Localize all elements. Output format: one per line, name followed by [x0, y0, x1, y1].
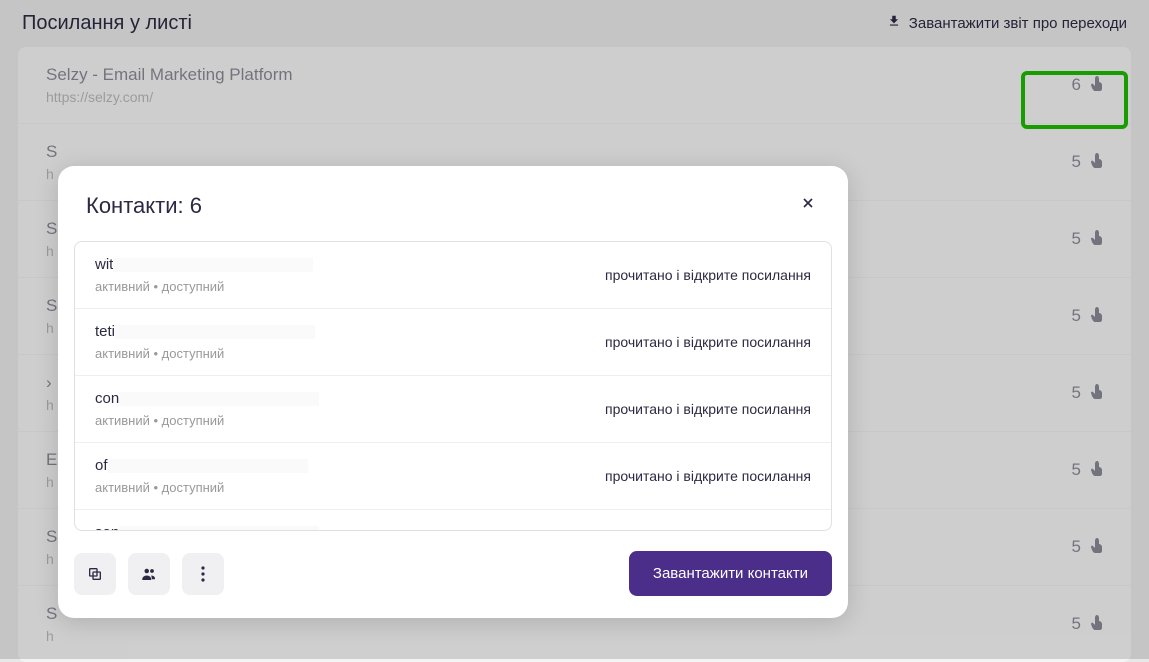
- copy-button[interactable]: [74, 553, 116, 595]
- modal-header: Контакти: 6: [58, 166, 848, 241]
- contact-action-text: прочитано і відкрите посилання: [605, 334, 811, 350]
- contact-email: wit: [95, 256, 313, 273]
- kebab-icon: [201, 566, 205, 582]
- modal-title: Контакти: 6: [86, 193, 202, 219]
- contact-info: of активний • доступний: [95, 457, 308, 495]
- contact-info: wit активний • доступний: [95, 256, 313, 294]
- contacts-list[interactable]: wit активний • доступний прочитано і від…: [74, 241, 832, 531]
- contacts-modal: Контакти: 6 wit активний • доступний про…: [58, 166, 848, 618]
- users-icon: [140, 565, 158, 583]
- contact-info: teti активний • доступний: [95, 323, 315, 361]
- contact-status: активний • доступний: [95, 346, 315, 361]
- contact-status: активний • доступний: [95, 279, 313, 294]
- close-button[interactable]: [796, 190, 820, 221]
- contact-row[interactable]: wit активний • доступний прочитано і від…: [75, 242, 831, 309]
- contact-action-text: прочитано і відкрите посилання: [605, 401, 811, 417]
- contact-action-text: прочитано і відкрите посилання: [605, 468, 811, 484]
- add-to-group-button[interactable]: [128, 553, 170, 595]
- close-icon: [800, 195, 816, 211]
- download-contacts-button[interactable]: Завантажити контакти: [629, 551, 832, 596]
- contact-row[interactable]: of активний • доступний прочитано і відк…: [75, 443, 831, 510]
- contact-row[interactable]: sen: [75, 510, 831, 531]
- contact-email: teti: [95, 323, 315, 340]
- contact-email: of: [95, 457, 308, 474]
- contact-email: con: [95, 390, 319, 407]
- contact-row[interactable]: con активний • доступний прочитано і від…: [75, 376, 831, 443]
- modal-footer: Завантажити контакти: [58, 531, 848, 618]
- copy-icon: [87, 566, 103, 582]
- contact-info: sen: [95, 524, 319, 531]
- contact-row[interactable]: teti активний • доступний прочитано і ві…: [75, 309, 831, 376]
- contact-status: активний • доступний: [95, 480, 308, 495]
- contact-email: sen: [95, 524, 319, 531]
- footer-actions: [74, 553, 224, 595]
- contact-action-text: прочитано і відкрите посилання: [605, 267, 811, 283]
- contact-info: con активний • доступний: [95, 390, 319, 428]
- more-options-button[interactable]: [182, 553, 224, 595]
- contact-status: активний • доступний: [95, 413, 319, 428]
